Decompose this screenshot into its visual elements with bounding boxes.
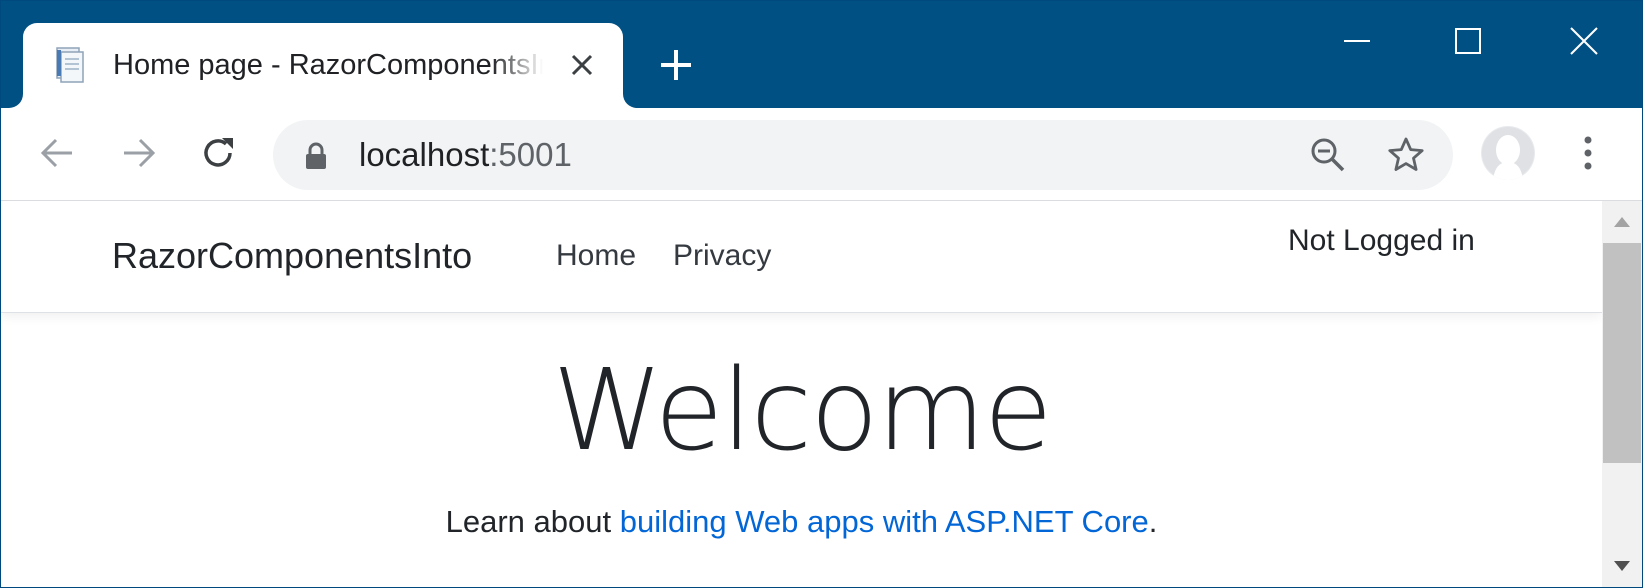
navbar-brand-link[interactable]: RazorComponentsInto: [112, 233, 472, 279]
scroll-thumb[interactable]: [1603, 243, 1641, 463]
url-port: :5001: [489, 136, 572, 173]
scroll-down-arrow-icon[interactable]: [1602, 555, 1642, 579]
browser-window: Home page - RazorComponentsInto localhos…: [0, 0, 1643, 588]
title-bar: Home page - RazorComponentsInto: [1, 1, 1642, 108]
lock-icon[interactable]: [303, 142, 329, 170]
back-icon[interactable]: [35, 130, 81, 176]
page-favicon-icon: [56, 47, 84, 83]
forward-icon[interactable]: [115, 130, 161, 176]
bookmark-star-icon[interactable]: [1387, 136, 1425, 174]
active-tab[interactable]: Home page - RazorComponentsInto: [23, 23, 623, 108]
nav-privacy-link[interactable]: Privacy: [673, 236, 771, 276]
new-tab-icon[interactable]: [656, 45, 696, 85]
minimize-icon[interactable]: [1327, 17, 1387, 65]
close-tab-icon[interactable]: [568, 51, 596, 79]
nav-home-link[interactable]: Home: [556, 236, 636, 276]
profile-avatar[interactable]: [1481, 126, 1535, 180]
zoom-out-icon[interactable]: [1309, 136, 1347, 174]
close-window-icon[interactable]: [1554, 17, 1614, 65]
page-heading: Welcome: [552, 346, 1052, 476]
profile-person-icon: [1482, 127, 1534, 180]
aspnet-docs-link[interactable]: building Web apps with ASP.NET Core: [620, 504, 1149, 539]
menu-icon[interactable]: [1573, 132, 1603, 174]
scroll-up-arrow-icon[interactable]: [1602, 209, 1642, 233]
vertical-scrollbar[interactable]: [1602, 201, 1642, 587]
browser-toolbar: localhost:5001: [1, 108, 1642, 201]
learn-suffix: .: [1148, 504, 1158, 539]
site-navbar: RazorComponentsInto Home Privacy Not Log…: [1, 201, 1602, 313]
url-text[interactable]: localhost:5001: [359, 134, 572, 176]
page-viewport: RazorComponentsInto Home Privacy Not Log…: [1, 201, 1602, 587]
learn-paragraph: Learn about building Web apps with ASP.N…: [1, 501, 1602, 543]
url-host: localhost: [359, 136, 490, 173]
learn-prefix: Learn about: [445, 504, 620, 539]
login-status: Not Logged in: [1288, 224, 1475, 257]
tab-title: Home page - RazorComponentsInto: [113, 49, 543, 81]
address-bar[interactable]: localhost:5001: [273, 120, 1453, 190]
maximize-icon[interactable]: [1438, 17, 1498, 65]
reload-icon[interactable]: [195, 130, 241, 176]
